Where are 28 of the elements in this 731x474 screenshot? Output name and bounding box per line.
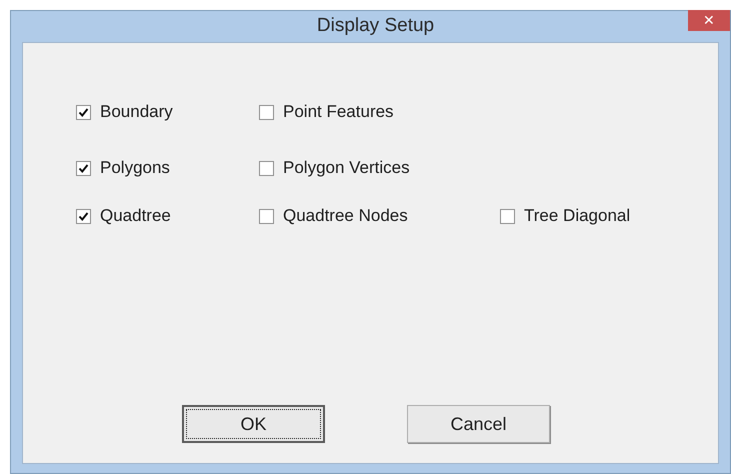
dialog-button[interactable]: Cancel [407, 405, 550, 443]
close-button[interactable]: ✕ [688, 10, 730, 31]
checkbox[interactable] [259, 208, 274, 224]
checkbox[interactable] [259, 160, 274, 176]
checkbox[interactable] [259, 104, 274, 120]
checkbox-option[interactable]: Polygons [76, 158, 259, 178]
checkbox[interactable] [76, 160, 91, 176]
checkbox-option[interactable]: Polygon Vertices [259, 158, 500, 178]
checkbox-option[interactable]: Boundary [76, 102, 259, 122]
checkbox-option[interactable]: Tree Diagonal [500, 206, 700, 226]
checkbox-label: Tree Diagonal [524, 205, 630, 228]
window-title: Display Setup [316, 14, 434, 38]
checkbox-option[interactable]: Quadtree Nodes [259, 206, 500, 226]
checkbox-option[interactable]: Point Features [259, 102, 500, 122]
check-icon [78, 162, 89, 174]
checkbox-label: Polygons [100, 157, 170, 180]
checkbox[interactable] [500, 208, 515, 224]
checkbox-option[interactable]: Quadtree [76, 206, 259, 226]
dialog-button[interactable]: OK [182, 405, 325, 443]
checkbox-label: Point Features [283, 101, 394, 124]
checkbox[interactable] [76, 104, 91, 120]
checkbox-label: Polygon Vertices [283, 157, 410, 180]
check-icon [78, 106, 89, 118]
checkbox-label: Quadtree Nodes [283, 205, 408, 228]
checkbox[interactable] [76, 208, 91, 224]
checkbox-label: Boundary [100, 101, 173, 124]
checkbox-label: Quadtree [100, 205, 171, 228]
check-icon [78, 210, 89, 222]
